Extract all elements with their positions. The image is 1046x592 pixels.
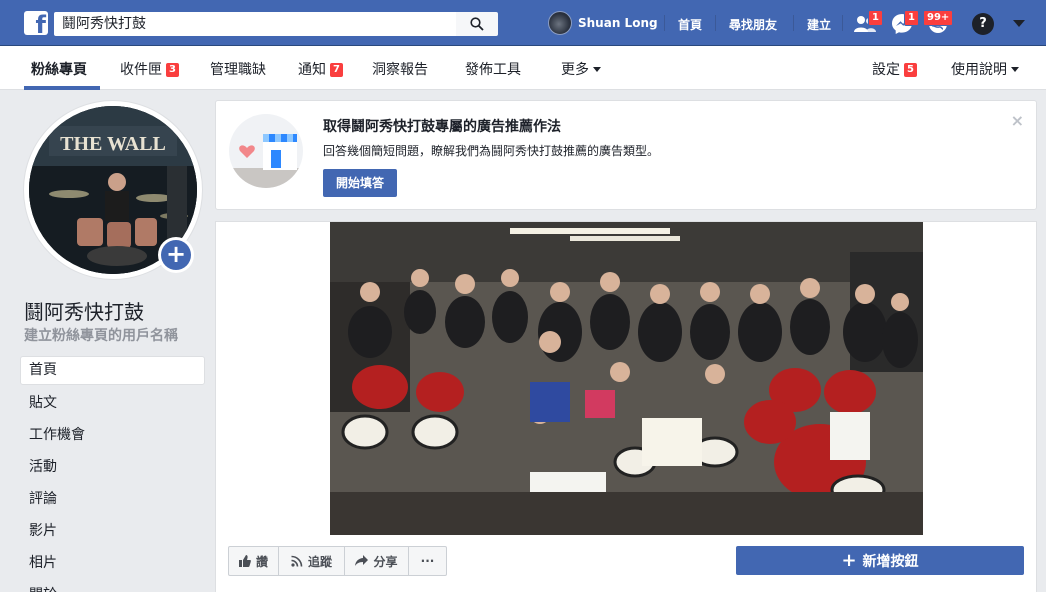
more-options-button[interactable]: ··· bbox=[408, 546, 447, 576]
share-arrow-icon bbox=[355, 555, 369, 566]
tab-inbox[interactable]: 收件匣 3 bbox=[120, 59, 179, 79]
messages-badge: 1 bbox=[904, 10, 919, 26]
rss-follow-icon bbox=[291, 555, 303, 567]
user-name: Shuan Long bbox=[578, 16, 658, 30]
sidebar-item-events[interactable]: 活動 bbox=[20, 453, 205, 482]
nav-divider bbox=[842, 15, 843, 31]
thumbs-up-icon bbox=[238, 555, 251, 567]
account-menu-caret-icon[interactable] bbox=[1013, 20, 1025, 27]
close-icon[interactable]: × bbox=[1011, 111, 1024, 130]
cover-photo-image bbox=[330, 222, 923, 535]
tab-help[interactable]: 使用說明 bbox=[951, 59, 1019, 79]
tab-notifications-badge: 7 bbox=[330, 63, 343, 77]
nav-divider bbox=[793, 15, 794, 31]
ad-card-title: 取得鬪阿秀快打鼓專屬的廣告推薦作法 bbox=[323, 119, 561, 135]
sidebar-item-home[interactable]: 首頁 bbox=[20, 356, 205, 385]
tab-settings-badge: 5 bbox=[904, 63, 917, 77]
follow-button[interactable]: 追蹤 bbox=[278, 546, 345, 576]
like-label: 讚 bbox=[255, 554, 268, 569]
chevron-down-icon bbox=[1011, 67, 1019, 72]
tab-notifications-label: 通知 bbox=[298, 62, 326, 78]
nav-create-link[interactable]: 建立 bbox=[807, 16, 831, 33]
active-tab-indicator bbox=[24, 86, 100, 90]
friend-requests-badge: 1 bbox=[868, 10, 883, 26]
add-button[interactable]: + 新增按鈕 bbox=[736, 546, 1024, 575]
page-admin-tabs: 粉絲專頁 收件匣 3 管理職缺 通知 7 洞察報告 發佈工具 更多 設定 5 使用說明 bbox=[0, 46, 1046, 90]
tab-help-label: 使用說明 bbox=[951, 62, 1007, 78]
facebook-logo-icon[interactable]: f bbox=[24, 11, 48, 35]
sidebar-item-videos[interactable]: 影片 bbox=[20, 517, 205, 546]
sidebar-item-about[interactable]: 關於 bbox=[20, 581, 205, 592]
avatar bbox=[548, 11, 572, 35]
nav-home-link[interactable]: 首頁 bbox=[678, 16, 702, 33]
nav-divider bbox=[664, 15, 665, 31]
storefront-illustration-icon bbox=[229, 114, 303, 188]
cover-photo[interactable] bbox=[330, 222, 923, 535]
create-username-link[interactable]: 建立粉絲專頁的用戶名稱 bbox=[24, 325, 178, 345]
ad-card-description: 回答幾個簡短問題，瞭解我們為鬪阿秀快打鼓推薦的廣告類型。 bbox=[323, 144, 660, 158]
search-button[interactable] bbox=[456, 12, 498, 36]
help-question-icon[interactable]: ? bbox=[972, 13, 994, 35]
nav-profile-link[interactable]: Shuan Long bbox=[548, 11, 658, 35]
cover-section: 讚 追蹤 分享 ··· + 新增按鈕 bbox=[215, 221, 1037, 592]
ad-recommendation-card: 取得鬪阿秀快打鼓專屬的廣告推薦作法 回答幾個簡短問題，瞭解我們為鬪阿秀快打鼓推薦… bbox=[215, 100, 1037, 210]
more-dots-icon: ··· bbox=[420, 554, 435, 568]
like-button[interactable]: 讚 bbox=[228, 546, 279, 576]
tab-settings-label: 設定 bbox=[872, 62, 900, 78]
tab-jobs[interactable]: 管理職缺 bbox=[210, 59, 266, 79]
tab-notifications[interactable]: 通知 7 bbox=[298, 59, 343, 79]
follow-label: 追蹤 bbox=[307, 554, 332, 569]
tab-more[interactable]: 更多 bbox=[561, 59, 601, 79]
tab-publishing-tools[interactable]: 發佈工具 bbox=[465, 59, 521, 79]
nav-divider bbox=[715, 15, 716, 31]
add-button-label: 新增按鈕 bbox=[862, 553, 919, 570]
tab-settings[interactable]: 設定 5 bbox=[872, 59, 917, 79]
share-button[interactable]: 分享 bbox=[344, 546, 409, 576]
page-title: 鬪阿秀快打鼓 bbox=[24, 300, 144, 324]
tab-more-label: 更多 bbox=[561, 62, 589, 78]
share-label: 分享 bbox=[373, 554, 398, 569]
start-answering-button[interactable]: 開始填答 bbox=[323, 169, 398, 197]
tab-inbox-badge: 3 bbox=[166, 63, 179, 77]
notifications-badge: 99+ bbox=[923, 10, 954, 26]
cover-sign-text: THE WALL bbox=[60, 133, 166, 155]
search-input[interactable]: 鬪阿秀快打鼓 bbox=[54, 12, 456, 36]
top-navigation-bar: f 鬪阿秀快打鼓 Shuan Long 首頁 尋找朋友 建立 1 1 99+ ? bbox=[0, 0, 1046, 46]
tab-inbox-label: 收件匣 bbox=[120, 62, 162, 78]
tab-insights[interactable]: 洞察報告 bbox=[372, 59, 428, 79]
add-profile-photo-button[interactable]: + bbox=[158, 237, 194, 273]
search-icon bbox=[470, 17, 484, 31]
chevron-down-icon bbox=[593, 67, 601, 72]
sidebar-item-jobs[interactable]: 工作機會 bbox=[20, 421, 205, 450]
sidebar-item-posts[interactable]: 貼文 bbox=[20, 389, 205, 418]
nav-find-friends-link[interactable]: 尋找朋友 bbox=[729, 16, 777, 33]
sidebar-item-photos[interactable]: 相片 bbox=[20, 549, 205, 578]
plus-icon: + bbox=[841, 549, 857, 571]
tab-page[interactable]: 粉絲專頁 bbox=[31, 59, 87, 79]
plus-icon: + bbox=[161, 240, 191, 270]
sidebar-item-reviews[interactable]: 評論 bbox=[20, 485, 205, 514]
